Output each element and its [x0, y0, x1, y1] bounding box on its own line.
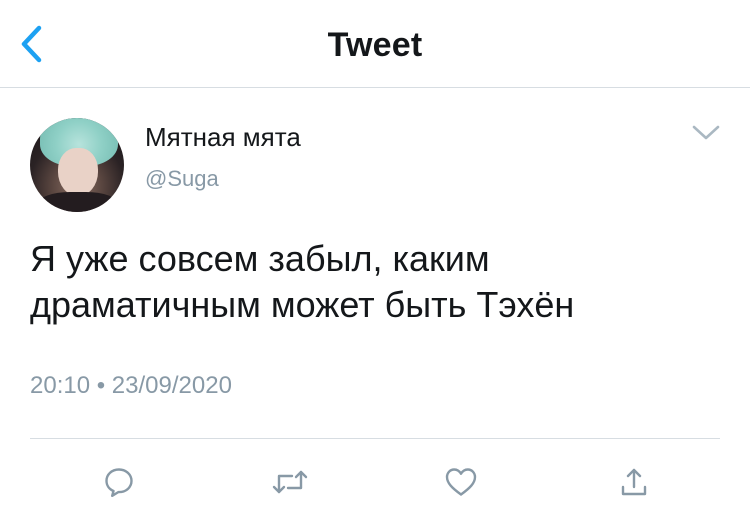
like-button[interactable] — [439, 462, 483, 502]
reply-icon — [105, 468, 133, 497]
avatar[interactable] — [30, 118, 124, 212]
share-icon — [621, 468, 647, 496]
author-display-name[interactable]: Мятная мята — [145, 122, 301, 153]
author-handle[interactable]: @Suga — [145, 166, 219, 192]
reply-button[interactable] — [97, 462, 141, 502]
divider — [30, 438, 720, 439]
retweet-icon — [272, 470, 308, 494]
heart-icon — [445, 468, 477, 496]
share-button[interactable] — [612, 462, 656, 502]
retweet-button[interactable] — [268, 462, 312, 502]
tweet-text: Я уже совсем забыл, каким драматичным мо… — [30, 236, 720, 328]
chevron-down-icon — [692, 125, 720, 140]
nav-header: Tweet — [0, 0, 750, 88]
page-title: Tweet — [327, 26, 423, 64]
tweet-text-line: драматичным может быть Тэхён — [30, 284, 575, 325]
tweet-timestamp: 20:10 • 23/09/2020 — [30, 372, 232, 399]
tweet-text-line: Я уже совсем забыл, каким — [30, 238, 490, 279]
more-options-button[interactable] — [686, 118, 726, 148]
